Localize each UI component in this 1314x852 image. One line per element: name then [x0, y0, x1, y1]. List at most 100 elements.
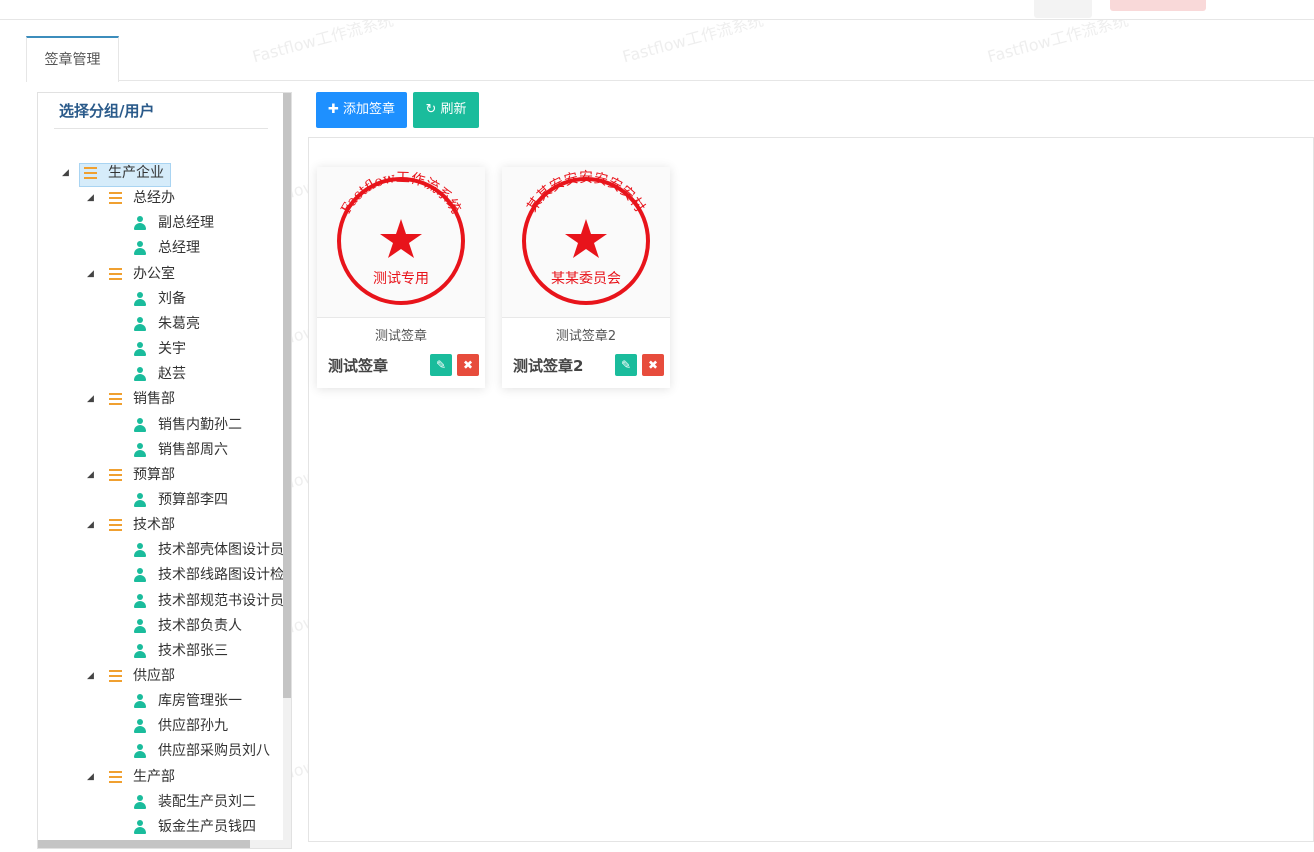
- tree-node-label: 供应部采购员刘八: [158, 743, 270, 760]
- seal-ring-text: Fastflow工作流系统: [338, 170, 463, 217]
- delete-seal-button[interactable]: ✖: [642, 354, 664, 376]
- user-icon: [134, 563, 150, 587]
- tab-seal-management[interactable]: 签章管理: [26, 36, 119, 82]
- tree-node-label: 预算部: [133, 466, 175, 483]
- user-icon: [134, 589, 150, 613]
- tree-node-label: 钣金生产员钱四: [158, 818, 256, 835]
- user-icon: [134, 714, 150, 738]
- user-icon: [134, 236, 150, 260]
- expand-toggle-icon[interactable]: ◢: [62, 161, 72, 185]
- edit-seal-button[interactable]: ✎: [615, 354, 637, 376]
- tree-node-label: 技术部: [133, 517, 175, 534]
- user-icon: [134, 790, 150, 814]
- svg-text:Fastflow工作流系统: Fastflow工作流系统: [338, 170, 463, 217]
- header-button[interactable]: [1034, 0, 1092, 18]
- top-header: [0, 0, 1314, 20]
- tree-node-label: 库房管理张一: [158, 693, 242, 710]
- svg-text:某某安安安安安安村: 某某安安安安安安村: [524, 170, 647, 215]
- expand-toggle-icon[interactable]: ◢: [87, 765, 97, 789]
- user-icon: [134, 312, 150, 336]
- panel-title: 选择分组/用户: [59, 102, 155, 120]
- tree-node-label: 供应部孙九: [158, 718, 228, 735]
- vertical-scroll-thumb[interactable]: [283, 93, 291, 698]
- user-icon: [134, 211, 150, 235]
- user-icon: [134, 287, 150, 311]
- user-icon: [134, 739, 150, 763]
- seal-bottom-text: 某某委员会: [551, 271, 621, 287]
- tree-node-label: 技术部壳体图设计员: [158, 542, 284, 559]
- tree-node-label: 技术部规范书设计员: [158, 592, 284, 609]
- edit-seal-button[interactable]: ✎: [430, 354, 452, 376]
- refresh-icon: ↻: [425, 102, 437, 117]
- divider: [54, 128, 268, 129]
- group-list-icon: [109, 463, 125, 487]
- tab-bar: 签章管理: [26, 36, 1314, 82]
- tree-node-label: 总经办: [133, 190, 175, 207]
- seal-title: 测试签章2: [513, 357, 584, 375]
- expand-toggle-icon[interactable]: ◢: [87, 262, 97, 286]
- seal-card[interactable]: Fastflow工作流系统 测试专用 测试签章 测试签章 ✎ ✖: [317, 167, 485, 388]
- tree-node-label: 副总经理: [158, 215, 214, 232]
- seal-image: Fastflow工作流系统 测试专用: [317, 167, 485, 318]
- vertical-scrollbar[interactable]: [283, 93, 291, 848]
- tree-node-label: 技术部张三: [158, 642, 228, 659]
- user-icon: [134, 362, 150, 386]
- user-icon: [134, 689, 150, 713]
- user-icon: [134, 488, 150, 512]
- tree-node-label: 销售部: [133, 391, 175, 408]
- tree-node-label: 办公室: [133, 265, 175, 282]
- add-seal-label: 添加签章: [343, 102, 396, 117]
- horizontal-scrollbar[interactable]: [38, 840, 285, 848]
- expand-toggle-icon[interactable]: ◢: [87, 387, 97, 411]
- header-button[interactable]: [1110, 0, 1206, 11]
- tree-node-label: 预算部李四: [158, 491, 228, 508]
- tree-node-label: 销售部周六: [158, 441, 228, 458]
- refresh-label: 刷新: [440, 102, 467, 117]
- tree-node-label: 技术部负责人: [158, 617, 242, 634]
- seal-stamp-icon: 某某安安安安安安村 某某委员会: [522, 170, 650, 305]
- close-icon: ✖: [462, 358, 474, 372]
- edit-icon: ✎: [620, 358, 632, 372]
- seal-caption: 测试签章: [374, 329, 427, 344]
- user-icon: [134, 438, 150, 462]
- group-list-icon: [109, 664, 125, 688]
- group-list-icon: [84, 161, 100, 185]
- tree-node-label: 总经理: [158, 240, 200, 257]
- plus-icon: ✚: [327, 102, 339, 117]
- tree-node-label: 生产企业: [108, 165, 164, 181]
- seal-stamp-icon: Fastflow工作流系统 测试专用: [337, 170, 465, 305]
- group-list-icon: [109, 513, 125, 537]
- edit-icon: ✎: [435, 358, 447, 372]
- tree-node-label: 技术部线路图设计检: [158, 567, 284, 584]
- group-list-icon: [109, 186, 125, 210]
- user-icon: [134, 413, 150, 437]
- seal-image: 某某安安安安安安村 某某委员会: [502, 167, 670, 318]
- user-icon: [134, 538, 150, 562]
- seal-ring-text: 某某安安安安安安村: [524, 170, 647, 215]
- expand-toggle-icon[interactable]: ◢: [87, 513, 97, 537]
- tree-node-label: 赵芸: [158, 366, 186, 383]
- delete-seal-button[interactable]: ✖: [457, 354, 479, 376]
- horizontal-scroll-thumb[interactable]: [38, 840, 250, 848]
- expand-toggle-icon[interactable]: ◢: [87, 463, 97, 487]
- seal-title: 测试签章: [328, 357, 389, 375]
- tree-node-label: 生产部: [133, 768, 175, 785]
- group-list-icon: [109, 262, 125, 286]
- user-icon: [134, 815, 150, 839]
- refresh-button[interactable]: ↻ 刷新: [413, 92, 479, 128]
- tree-node-label: 关宇: [158, 341, 186, 358]
- expand-toggle-icon[interactable]: ◢: [87, 664, 97, 688]
- tree-node-label: 供应部: [133, 668, 175, 684]
- tree-node-label: 装配生产员刘二: [158, 793, 256, 810]
- seal-card[interactable]: 某某安安安安安安村 某某委员会 测试签章2 测试签章2 ✎ ✖: [502, 167, 670, 388]
- group-list-icon: [109, 765, 125, 789]
- tree-node-label: 销售内勤孙二: [158, 416, 242, 433]
- tree-node-label: 朱葛亮: [158, 315, 200, 332]
- add-seal-button[interactable]: ✚ 添加签章: [316, 92, 407, 128]
- expand-toggle-icon[interactable]: ◢: [87, 186, 97, 210]
- user-icon: [134, 614, 150, 638]
- group-list-icon: [109, 387, 125, 411]
- group-user-panel: 选择分组/用户 ◢ 生产企业 ◢ 总经办副总经理总经理 ◢ 办公室刘备朱葛亮关宇赵芸 ◢ 销售…: [37, 92, 292, 849]
- tree-node-label: 刘备: [158, 290, 186, 307]
- user-icon: [134, 639, 150, 663]
